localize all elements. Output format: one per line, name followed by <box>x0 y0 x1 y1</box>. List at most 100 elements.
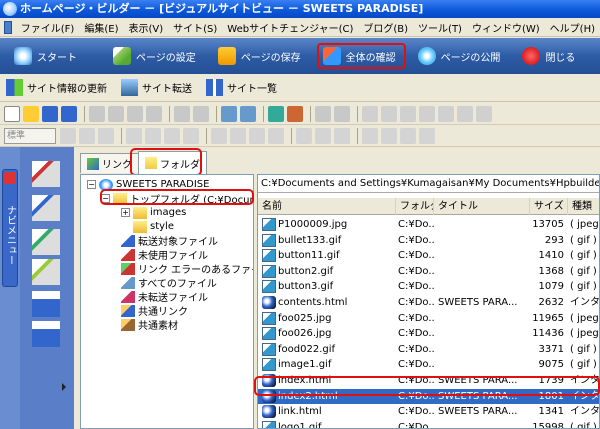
paste-icon[interactable] <box>127 105 143 122</box>
table-row[interactable]: button3.gif C:¥Do... 1079 ( gif ) <box>258 279 599 294</box>
tree-item-top-folder[interactable]: − トップフォルダ (C:¥Documen <box>101 192 253 206</box>
redo-icon[interactable] <box>193 105 209 122</box>
align-left-icon[interactable] <box>60 127 76 144</box>
save-all-icon[interactable] <box>61 105 77 122</box>
insert-image-icon[interactable] <box>287 105 303 122</box>
menu-site[interactable]: サイト(S) <box>168 20 222 35</box>
table-row[interactable]: foo026.jpg C:¥Do... 11436 ( jpeg <box>258 326 599 341</box>
link-wizard-icon[interactable] <box>32 229 60 255</box>
cell-icon[interactable] <box>381 127 397 144</box>
collapse-toggle-icon[interactable]: − <box>87 180 96 189</box>
edit-page-icon[interactable] <box>221 105 237 122</box>
style-combo[interactable]: 標準 <box>4 127 56 144</box>
table-row[interactable]: button2.gif C:¥Do... 1368 ( gif ) <box>258 264 599 279</box>
list-icon[interactable] <box>126 127 142 144</box>
column-header-folder[interactable]: フォルダ <box>396 198 434 215</box>
column-header-size[interactable]: サイズ <box>530 198 568 215</box>
collapse-toggle-icon[interactable]: − <box>101 194 110 203</box>
overview-button[interactable]: 全体の確認 <box>316 43 406 69</box>
highlight-icon[interactable] <box>334 127 350 144</box>
site-transfer-button[interactable]: サイト転送 <box>119 79 200 96</box>
site-update-button[interactable]: サイト情報の更新 <box>4 79 115 96</box>
publish-page-button[interactable]: ページの公開 <box>412 43 511 69</box>
table-row[interactable]: foo025.jpg C:¥Do... 11965 ( jpeg <box>258 311 599 326</box>
aaa-text-icon[interactable] <box>32 291 60 317</box>
tree-item-all-files[interactable]: すべてのファイル <box>121 276 217 290</box>
table-row[interactable]: bullet133.gif C:¥Do... 293 ( gif ) <box>258 233 599 248</box>
layer-icon[interactable] <box>457 105 473 122</box>
save-page-button[interactable]: ページの保存 <box>212 43 311 69</box>
insert-link-icon[interactable] <box>268 105 284 122</box>
new-file-icon[interactable] <box>4 105 20 122</box>
underline-icon[interactable] <box>249 127 265 144</box>
italic-icon[interactable] <box>230 127 246 144</box>
wizard-icon[interactable] <box>32 161 60 187</box>
layout-icon[interactable] <box>438 105 454 122</box>
expand-toggle-icon[interactable]: + <box>121 208 130 217</box>
table-row[interactable]: index2.html C:¥Do... SWEETS PARA... 1801 インタ… <box>258 388 599 404</box>
page-wizard-icon[interactable] <box>32 195 60 221</box>
table-icon[interactable] <box>315 105 331 122</box>
tab-link[interactable]: リンク <box>80 153 139 173</box>
align-right-icon[interactable] <box>98 127 114 144</box>
tree-item-transfer-files[interactable]: 転送対象ファイル <box>121 234 218 248</box>
menu-file[interactable]: ファイル(F) <box>16 20 80 35</box>
pen-icon[interactable] <box>362 105 378 122</box>
tree-root[interactable]: − SWEETS PARADISE <box>87 178 209 191</box>
preview-icon[interactable] <box>240 105 256 122</box>
split-icon[interactable] <box>419 127 435 144</box>
tool-wizard-icon[interactable] <box>32 259 60 285</box>
htm-file-icon[interactable] <box>32 321 60 347</box>
table-row[interactable]: P1000009.jpg C:¥Do... 13705 ( jpeg <box>258 217 599 232</box>
site-list-button[interactable]: サイト一覧 <box>204 79 285 96</box>
system-menu-icon[interactable] <box>4 20 12 34</box>
line-icon[interactable] <box>400 105 416 122</box>
grid-icon[interactable] <box>419 105 435 122</box>
tree-item-common-material[interactable]: 共通素材 <box>121 318 178 332</box>
table-row[interactable]: link.html C:¥Do... SWEETS PARA... 1341 インター <box>258 404 599 419</box>
navi-menu-tab[interactable]: ナビメニュー <box>2 169 18 287</box>
script-icon[interactable] <box>476 105 492 122</box>
menu-edit[interactable]: 編集(E) <box>79 20 123 35</box>
menu-window[interactable]: ウィンドウ(W) <box>467 20 545 35</box>
tree-item-images[interactable]: + images <box>121 206 186 219</box>
tree-item-untransferred[interactable]: 未転送ファイル <box>121 290 208 304</box>
outdent-icon[interactable] <box>183 127 199 144</box>
font-size-icon[interactable] <box>296 127 312 144</box>
table-insert-icon[interactable] <box>362 127 378 144</box>
font-color-icon[interactable] <box>315 127 331 144</box>
tree-item-unused-files[interactable]: 未使用ファイル <box>121 248 208 262</box>
numbered-list-icon[interactable] <box>145 127 161 144</box>
bold-icon[interactable] <box>211 127 227 144</box>
menu-tools[interactable]: ツール(T) <box>413 20 467 35</box>
page-settings-button[interactable]: ページの設定 <box>107 43 206 69</box>
table-row[interactable]: food022.gif C:¥Do... 3371 ( gif ) <box>258 342 599 357</box>
menu-view[interactable]: 表示(V) <box>123 20 168 35</box>
save-file-icon[interactable] <box>42 105 58 122</box>
tab-folder[interactable]: フォルダ <box>138 151 207 174</box>
align-center-icon[interactable] <box>79 127 95 144</box>
table-row[interactable]: image1.gif C:¥Do... 9075 ( gif ) <box>258 357 599 372</box>
merge-icon[interactable] <box>400 127 416 144</box>
menu-site-changer[interactable]: Webサイトチェンジャー(C) <box>222 20 358 35</box>
table-row[interactable]: button11.gif C:¥Do... 1410 ( gif ) <box>258 248 599 263</box>
frame-icon[interactable] <box>334 105 350 122</box>
undo-icon[interactable] <box>174 105 190 122</box>
column-header-title[interactable]: タイトル <box>434 198 530 215</box>
cut-icon[interactable] <box>89 105 105 122</box>
column-header-name[interactable]: 名前 <box>258 198 396 215</box>
tree-item-common-link[interactable]: 共通リンク <box>121 304 188 318</box>
indent-icon[interactable] <box>164 127 180 144</box>
close-button[interactable]: 閉じる <box>516 43 585 69</box>
start-button[interactable]: スタート <box>8 43 87 69</box>
table-row[interactable]: contents.html C:¥Do... SWEETS PARA... 2632 イ… <box>258 295 599 310</box>
open-folder-icon[interactable] <box>23 105 39 122</box>
color-icon[interactable] <box>381 105 397 122</box>
tree-item-link-error[interactable]: リンク エラーのあるファイル <box>121 262 253 276</box>
table-row[interactable]: index.html C:¥Do... SWEETS PARA... 1739 インター <box>258 373 599 388</box>
column-header-type[interactable]: 種類 <box>568 198 599 215</box>
menu-help[interactable]: ヘルプ(H) <box>545 20 600 35</box>
check-icon[interactable] <box>146 105 162 122</box>
collapse-arrow-icon[interactable] <box>62 383 66 391</box>
table-row[interactable]: logo1.gif C:¥Do... 15998 ( gif ) <box>258 420 599 428</box>
